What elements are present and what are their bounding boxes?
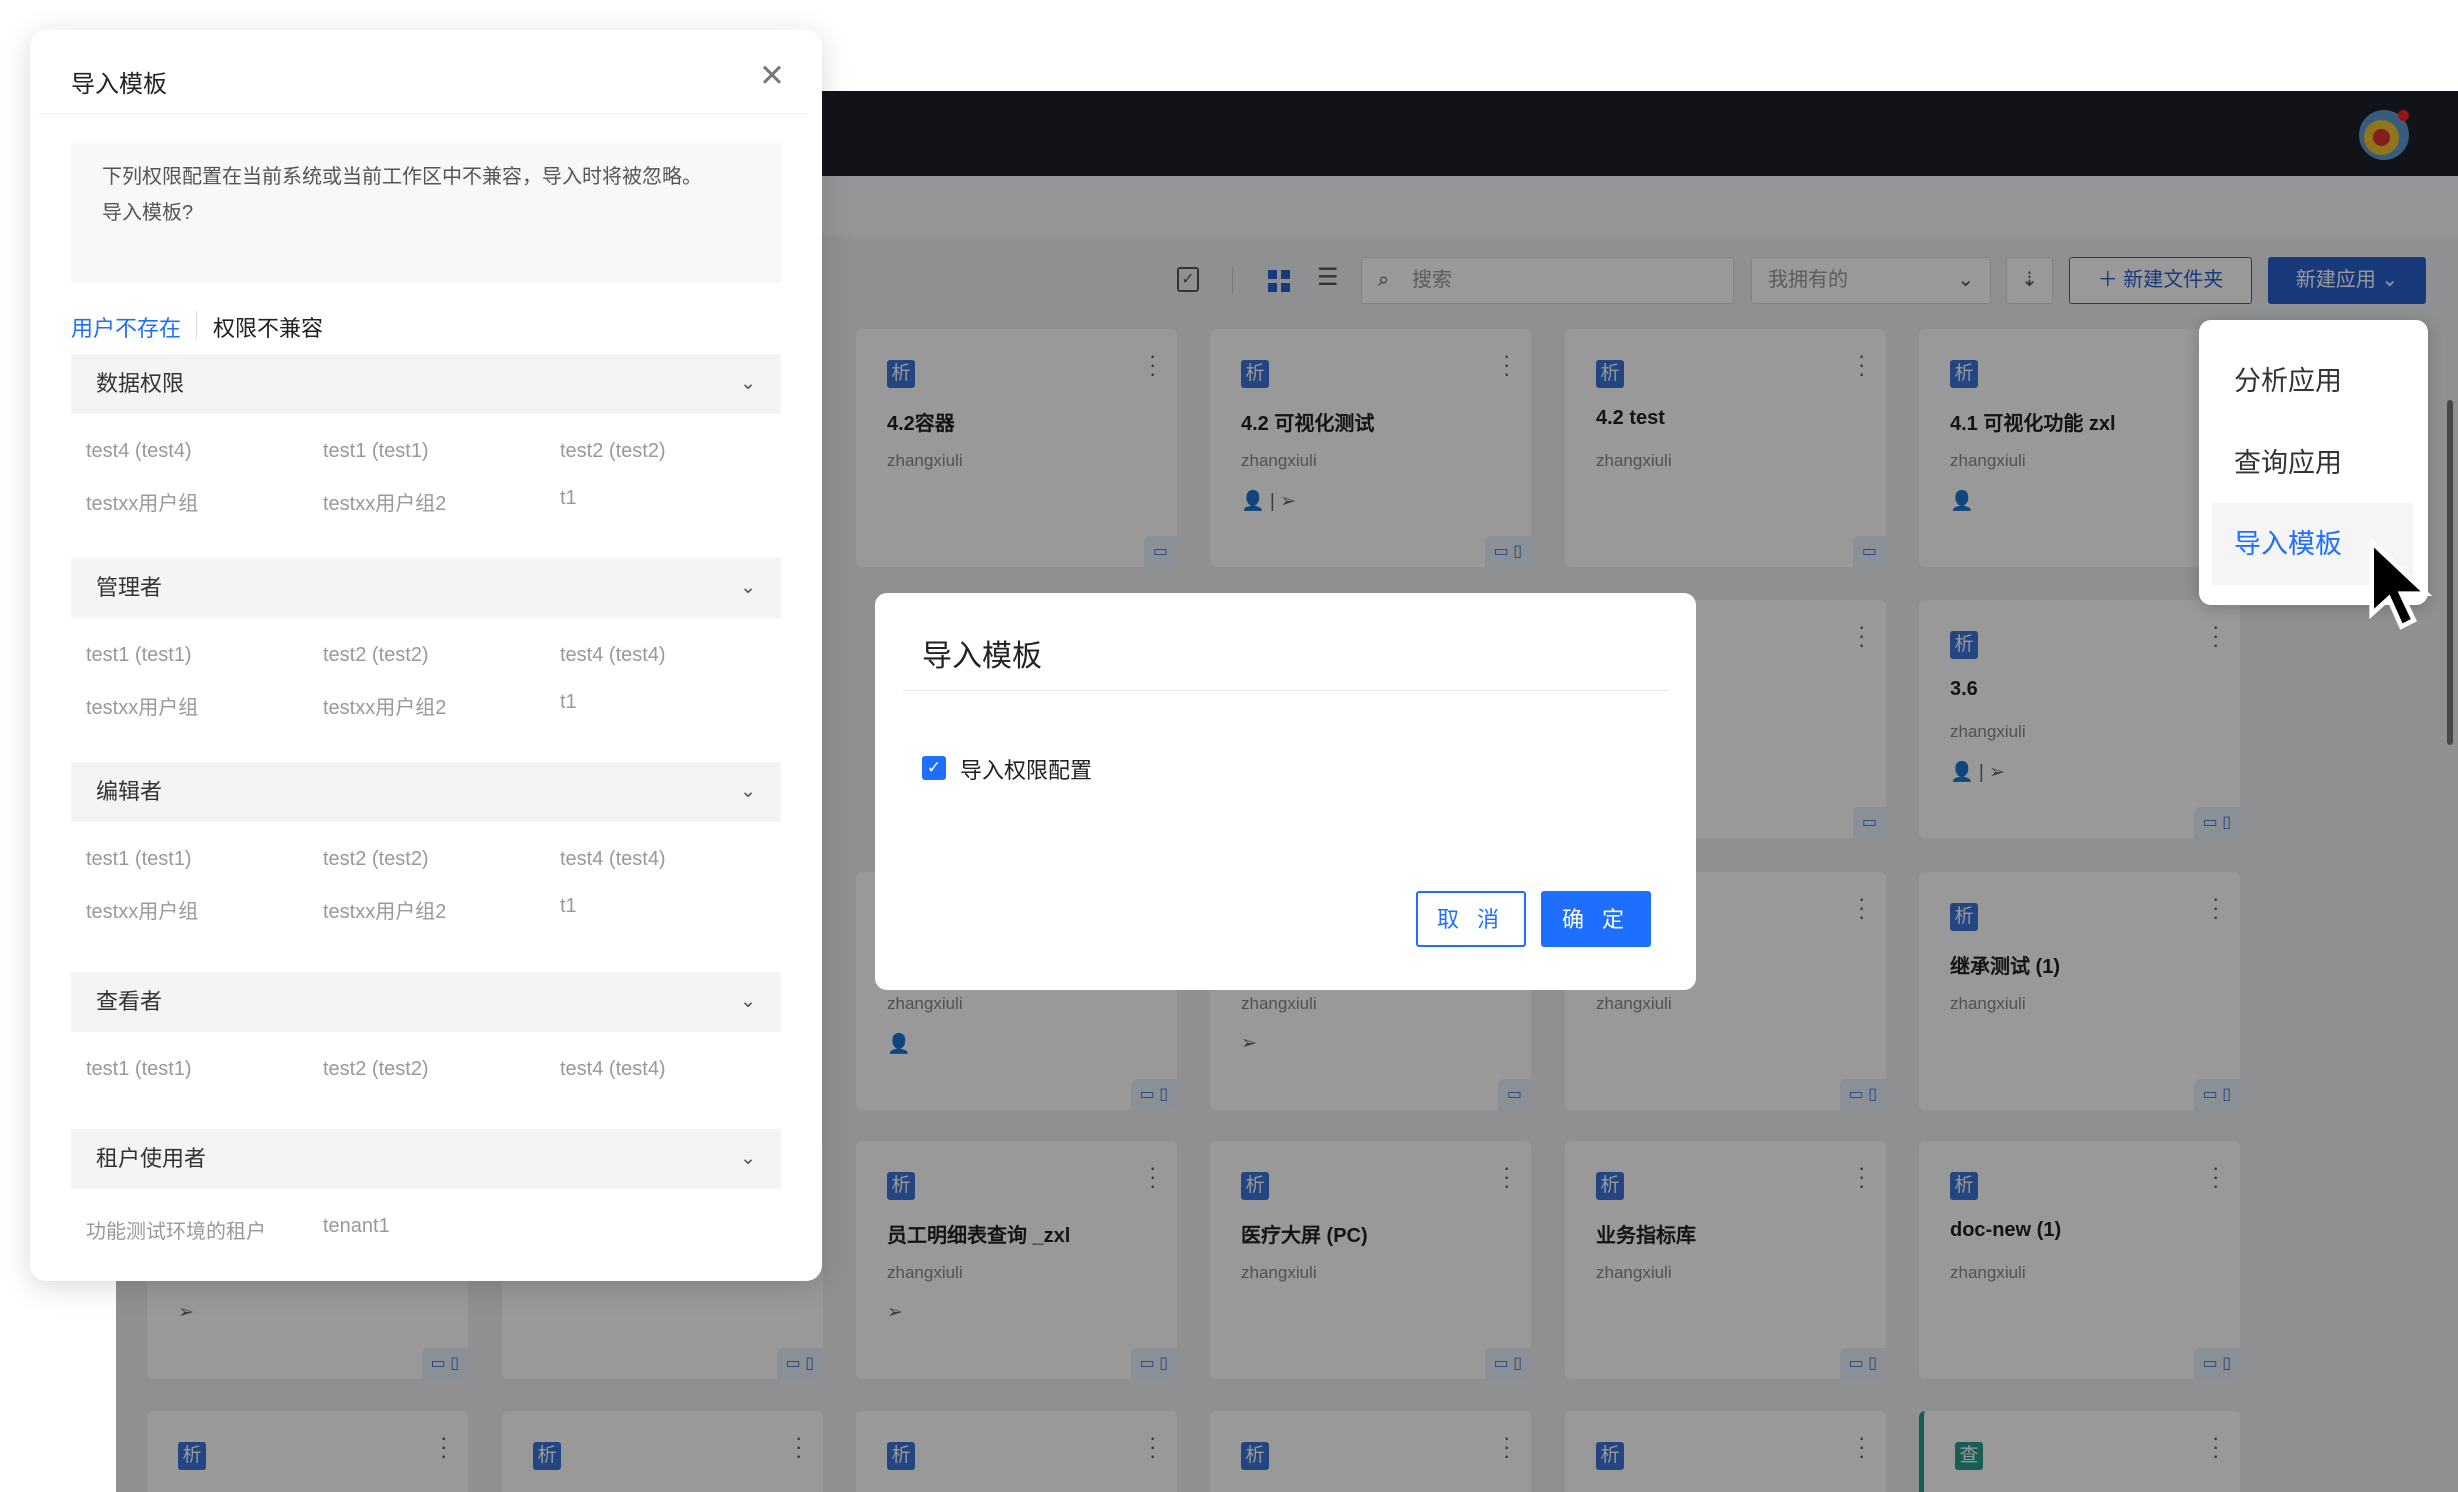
section-title: 查看者 <box>96 989 163 1014</box>
permission-user-item: testxx用户组2 <box>323 697 447 719</box>
chevron-down-icon: ⌄ <box>740 577 756 598</box>
modal-title: 导入模板 <box>922 640 1042 673</box>
permission-user-item: t1 <box>560 691 577 713</box>
chevron-down-icon: ⌄ <box>740 991 756 1012</box>
section-header[interactable]: 管理者 ⌄ <box>71 558 781 618</box>
menu-item-analysis-app[interactable]: 分析应用 <box>2212 340 2413 422</box>
permission-user-item: testxx用户组2 <box>323 901 447 923</box>
permission-user-item: test2 (test2) <box>323 1058 429 1080</box>
notice-box: 下列权限配置在当前系统或当前工作区中不兼容，导入时将被忽略。 导入模板? <box>71 143 781 283</box>
chevron-down-icon: ⌄ <box>740 373 756 394</box>
section-title: 编辑者 <box>96 779 163 804</box>
section-header[interactable]: 数据权限 ⌄ <box>71 354 781 414</box>
permission-user-item: tenant1 <box>323 1215 390 1237</box>
permission-user-item: testxx用户组 <box>86 493 199 515</box>
notice-text: 下列权限配置在当前系统或当前工作区中不兼容，导入时将被忽略。 <box>102 166 702 188</box>
permission-user-item: testxx用户组2 <box>323 493 447 515</box>
permission-user-item: test4 (test4) <box>560 644 666 666</box>
permission-user-item: test1 (test1) <box>86 644 192 666</box>
permission-user-item: test1 (test1) <box>323 440 429 462</box>
permission-user-item: test1 (test1) <box>86 1058 192 1080</box>
tab-permission-incompatible[interactable]: 权限不兼容 <box>213 311 323 343</box>
permission-user-item: test1 (test1) <box>86 848 192 870</box>
import-permission-checkbox[interactable]: ✓ <box>922 756 946 780</box>
tab-user-not-exist[interactable]: 用户不存在 <box>71 311 181 343</box>
chevron-down-icon: ⌄ <box>740 1148 756 1169</box>
chevron-down-icon: ⌄ <box>740 781 756 802</box>
permission-user-item: test4 (test4) <box>86 440 192 462</box>
permission-user-item: t1 <box>560 487 577 509</box>
permission-user-item: test4 (test4) <box>560 848 666 870</box>
permission-user-item: test2 (test2) <box>323 848 429 870</box>
menu-item-query-app[interactable]: 查询应用 <box>2212 422 2413 504</box>
section-title: 数据权限 <box>96 371 185 396</box>
section-title: 租户使用者 <box>96 1146 207 1171</box>
permission-user-item: test4 (test4) <box>560 1058 666 1080</box>
import-confirm-modal: 导入模板 ✓ 导入权限配置 取 消 确 定 <box>875 593 1696 990</box>
section-header[interactable]: 查看者 ⌄ <box>71 972 781 1032</box>
notice-question: 导入模板? <box>102 202 194 224</box>
permission-user-item: test2 (test2) <box>323 644 429 666</box>
divider <box>903 690 1668 691</box>
section-header[interactable]: 编辑者 ⌄ <box>71 762 781 822</box>
tab-divider <box>196 311 197 339</box>
drawer-title: 导入模板 <box>71 71 167 98</box>
permission-user-item: testxx用户组 <box>86 901 199 923</box>
checkbox-label[interactable]: 导入权限配置 <box>960 753 1092 785</box>
permission-user-item: testxx用户组 <box>86 697 199 719</box>
cancel-button[interactable]: 取 消 <box>1416 891 1526 947</box>
mouse-cursor-icon <box>2369 539 2433 630</box>
close-icon[interactable]: ✕ <box>759 58 785 94</box>
permission-user-item: 功能测试环境的租户 <box>86 1221 266 1243</box>
import-template-drawer: 导入模板 ✕ 下列权限配置在当前系统或当前工作区中不兼容，导入时将被忽略。 导入… <box>30 30 822 1281</box>
permission-user-item: t1 <box>560 895 577 917</box>
section-title: 管理者 <box>96 575 163 600</box>
ok-button[interactable]: 确 定 <box>1541 891 1651 947</box>
section-header[interactable]: 租户使用者 ⌄ <box>71 1129 781 1189</box>
divider <box>39 113 807 114</box>
permission-user-item: test2 (test2) <box>560 440 666 462</box>
